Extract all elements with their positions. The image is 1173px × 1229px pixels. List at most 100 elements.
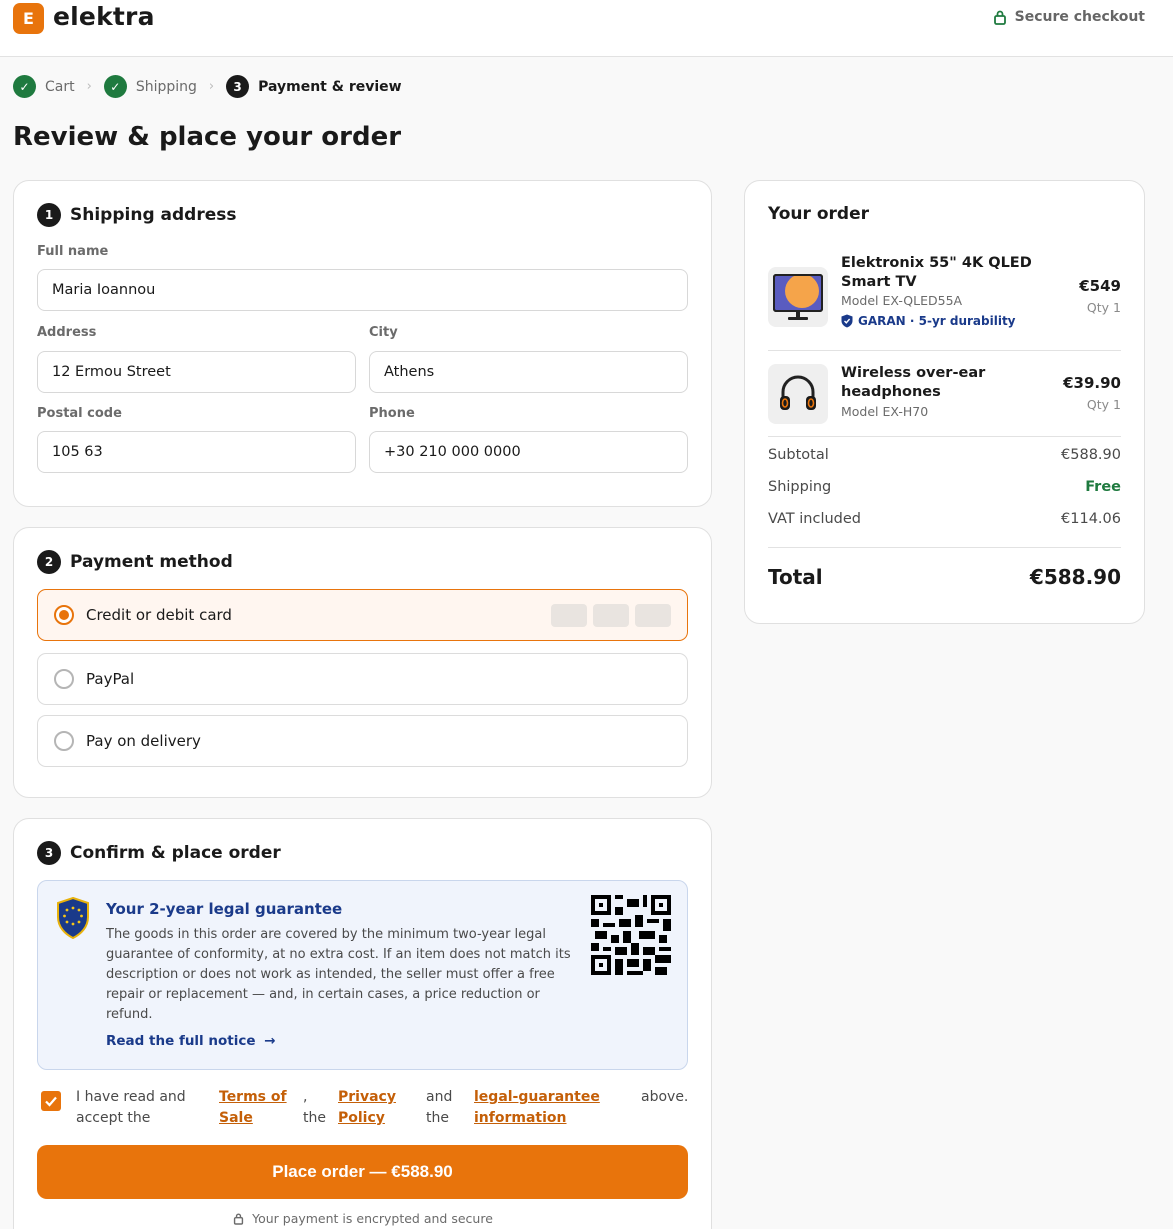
section-number-badge: 3 [37,841,61,865]
item-price: €39.90 [1063,374,1121,392]
radio-unselected-icon[interactable] [54,731,74,751]
lock-icon [233,1213,244,1225]
section-number-badge: 1 [37,203,61,227]
radio-selected-icon[interactable] [54,605,74,625]
phone-field[interactable]: +30 210 000 0000 [369,431,688,473]
headphones-product-image [768,364,828,424]
step-cart[interactable]: ✓ Cart [13,75,75,98]
tv-icon [773,274,823,320]
brand-name[interactable]: elektra [53,2,155,31]
confirm-order-title: Confirm & place order [70,843,281,863]
city-field[interactable]: Athens [369,351,688,393]
garan-badge: GARAN · 5-yr durability [841,314,1016,328]
read-full-notice-label: Read the full notice [106,1033,256,1049]
accept-separator-2: and the [426,1089,453,1126]
checkout-stepper: ✓ Cart › ✓ Shipping › 3 Payment & review [13,75,402,98]
step-payment-review: 3 Payment & review [226,75,402,98]
payment-option-delivery[interactable]: Pay on delivery [37,715,688,767]
city-label: City [369,325,398,340]
legal-guarantee-link[interactable]: legal-guarantee information [474,1087,609,1129]
subtotal-value: €588.90 [1061,447,1121,463]
full-name-label: Full name [37,244,109,259]
postal-code-field[interactable]: 105 63 [37,431,356,473]
phone-label: Phone [369,406,415,421]
shipping-value: Free [1085,479,1121,495]
item-name[interactable]: Wireless over-ear headphones [841,364,1051,402]
address-field[interactable]: 12 Ermou Street [37,351,356,393]
check-icon: ✓ [103,75,127,98]
step-shipping[interactable]: ✓ Shipping [103,75,197,98]
item-qty: Qty 1 [1086,300,1121,315]
shipping-label: Shipping [768,479,832,495]
payment-option-paypal-label: PayPal [86,670,135,688]
item-price: €549 [1079,277,1121,295]
payment-method-title: Payment method [70,552,233,572]
accept-terms-end: above. [641,1089,689,1105]
check-icon [45,1096,57,1107]
terms-of-sale-link[interactable]: Terms of Sale [219,1087,299,1129]
accept-terms-checkbox[interactable] [41,1091,61,1111]
payment-method-card: 2 Payment method Credit or debit card Pa… [13,527,712,798]
item-model: Model EX-H70 [841,404,929,419]
card-brand-icons [551,604,671,627]
secure-checkout-label: Secure checkout [1014,9,1145,25]
brand-logo-icon[interactable]: E [13,3,44,34]
step-cart-label: Cart [45,78,75,95]
payment-option-delivery-label: Pay on delivery [86,732,201,750]
vat-label: VAT included [768,511,861,527]
payment-method-heading: 2 Payment method [37,550,233,574]
lock-icon [993,10,1006,25]
headphones-icon [780,375,816,410]
step-shipping-label: Shipping [135,78,197,95]
total-value: €588.90 [1029,565,1121,589]
page-title: Review & place your order [13,122,402,152]
shield-icon [841,314,853,328]
confirm-order-card: 3 Confirm & place order Your 2-year lega… [13,818,712,1229]
card-brand-icon [551,604,587,627]
tv-product-image [768,267,828,327]
confirm-order-heading: 3 Confirm & place order [37,841,281,865]
accept-terms-row: I have read and accept the Terms of Sale… [37,1087,688,1131]
guarantee-title: Your 2-year legal guarantee [106,900,343,918]
order-summary-title: Your order [768,204,869,224]
encryption-note-text: Your payment is encrypted and secure [252,1211,493,1226]
secure-checkout-indicator: Secure checkout [993,9,1145,25]
chevron-right-icon: › [86,79,92,94]
divider [768,547,1121,548]
read-full-notice-link[interactable]: Read the full notice → [106,1033,276,1049]
encryption-note: Your payment is encrypted and secure [14,1211,712,1226]
eu-shield-icon [57,897,89,939]
qr-code-icon[interactable] [591,895,671,975]
full-name-field[interactable]: Maria Ioannou [37,269,688,311]
payment-option-card[interactable]: Credit or debit card [37,589,688,641]
item-model: Model EX-QLED55A [841,293,963,308]
item-qty: Qty 1 [1086,397,1121,412]
top-header: E elektra Secure checkout [0,0,1173,57]
step-number-badge: 3 [226,75,250,98]
place-order-button[interactable]: Place order — €588.90 [37,1145,688,1199]
legal-guarantee-notice: Your 2-year legal guarantee The goods in… [37,880,688,1070]
privacy-policy-link[interactable]: Privacy Policy [338,1087,408,1129]
shipping-address-heading: 1 Shipping address [37,203,237,227]
arrow-right-icon: → [264,1033,276,1049]
item-name[interactable]: Elektronix 55" 4K QLED Smart TV [841,254,1051,292]
divider [768,436,1121,437]
address-label: Address [37,325,97,340]
payment-option-card-label: Credit or debit card [86,606,232,624]
subtotal-label: Subtotal [768,447,829,463]
shipping-address-card: 1 Shipping address Full name Maria Ioann… [13,180,712,507]
card-brand-icon [635,604,671,627]
guarantee-body: The goods in this order are covered by t… [106,927,571,1022]
postal-code-label: Postal code [37,406,122,421]
accept-separator-1: , the [303,1089,326,1126]
divider [768,350,1121,351]
shipping-address-title: Shipping address [70,205,237,225]
card-brand-icon [593,604,629,627]
check-icon: ✓ [13,75,36,98]
section-number-badge: 2 [37,550,61,574]
garan-badge-label: GARAN · 5-yr durability [858,314,1016,328]
accept-terms-text: I have read and accept the [76,1089,186,1126]
radio-unselected-icon[interactable] [54,669,74,689]
payment-option-paypal[interactable]: PayPal [37,653,688,705]
chevron-right-icon: › [208,79,215,94]
